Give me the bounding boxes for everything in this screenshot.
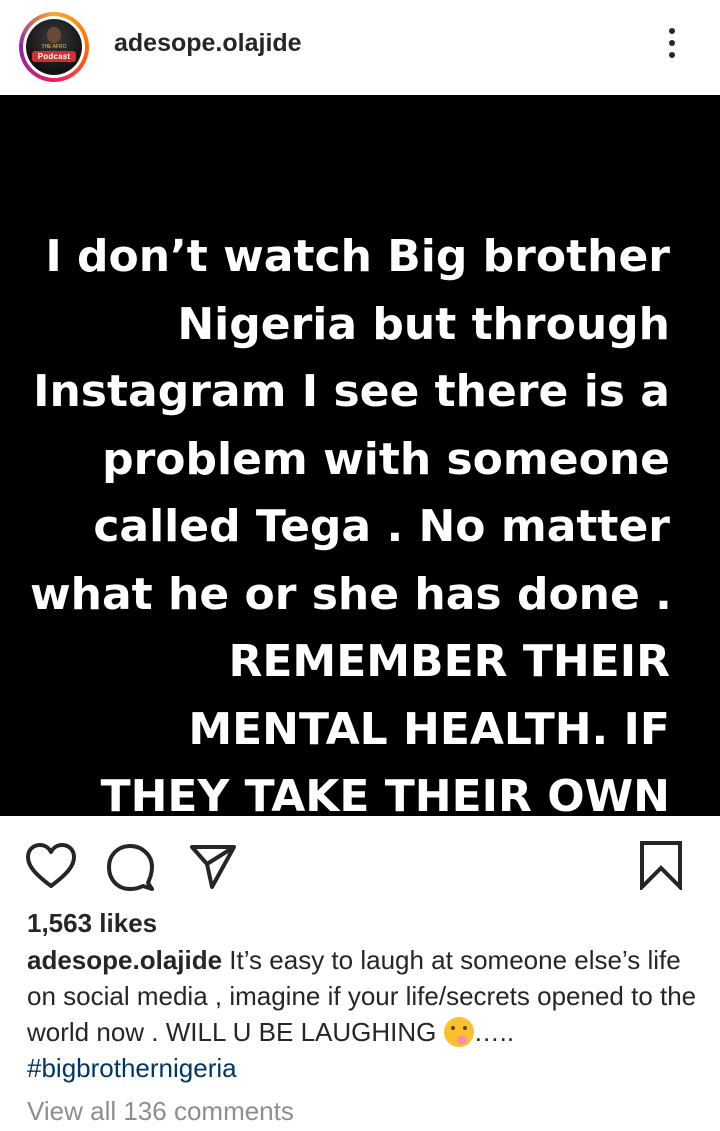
thinking-face-emoji-icon bbox=[443, 1017, 474, 1047]
avatar[interactable]: THE AFRO Podcast bbox=[19, 12, 89, 82]
post-text-line: problem with someone bbox=[102, 433, 670, 485]
likes-count[interactable]: 1,563 likes bbox=[27, 905, 157, 941]
post-header: THE AFRO Podcast adesope.olajide bbox=[0, 0, 720, 95]
post-text-line: MENTAL HEALTH. IF bbox=[188, 703, 670, 755]
post-text-line: REMEMBER THEIR bbox=[228, 636, 670, 687]
view-comments-link[interactable]: View all 136 comments bbox=[27, 1093, 294, 1129]
avatar-logo-label: Podcast bbox=[32, 51, 76, 62]
post-image[interactable]: I don’t watch Big brother Nigeria but th… bbox=[0, 95, 720, 890]
post-text-line: Instagram I see there is a bbox=[33, 366, 670, 417]
username-link[interactable]: adesope.olajide bbox=[114, 27, 302, 59]
comment-icon[interactable] bbox=[105, 842, 157, 892]
post-text-line: what he or she has done . bbox=[30, 568, 672, 620]
hashtag-link[interactable]: #bigbrothernigeria bbox=[27, 1053, 237, 1083]
post-text-block: I don’t watch Big brother Nigeria but th… bbox=[30, 223, 672, 898]
share-icon[interactable] bbox=[188, 842, 238, 892]
avatar-image: THE AFRO Podcast bbox=[26, 19, 82, 75]
more-options-icon[interactable] bbox=[660, 28, 684, 60]
caption-ellipsis: ….. bbox=[473, 1017, 515, 1047]
action-bar bbox=[0, 830, 720, 900]
heart-icon[interactable] bbox=[25, 842, 77, 890]
bookmark-icon[interactable] bbox=[638, 840, 684, 890]
avatar-sub-label: THE AFRO bbox=[41, 44, 67, 50]
post-text-line: THEY TAKE THEIR OWN bbox=[100, 771, 670, 822]
caption: adesope.olajide It’s easy to laugh at so… bbox=[27, 942, 697, 1086]
post-text-line: called Tega . No matter bbox=[93, 501, 670, 552]
caption-username[interactable]: adesope.olajide bbox=[27, 945, 222, 975]
post-text-line: Nigeria but through bbox=[177, 298, 670, 350]
post-text-line: I don’t watch Big brother bbox=[45, 231, 670, 282]
